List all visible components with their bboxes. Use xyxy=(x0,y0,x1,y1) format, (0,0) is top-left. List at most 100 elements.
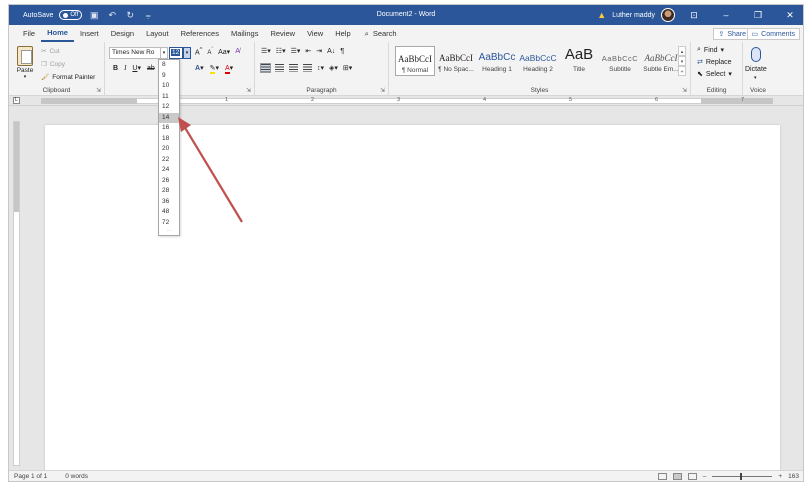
highlight-button[interactable]: ✎▾ xyxy=(209,64,219,74)
show-formatting-button[interactable]: ¶ xyxy=(340,48,344,55)
close-icon[interactable]: ✕ xyxy=(777,5,803,25)
styles-launcher-icon[interactable]: ⇲ xyxy=(682,87,687,94)
restore-icon[interactable]: ❐ xyxy=(745,5,771,25)
word-count[interactable]: 0 words xyxy=(65,473,88,480)
user-name[interactable]: Luther maddy xyxy=(612,12,655,19)
numbering-icon[interactable]: ☷▾ xyxy=(276,47,286,55)
warning-icon[interactable]: ▲ xyxy=(597,10,606,20)
redo-icon[interactable]: ↻ xyxy=(124,10,136,21)
styles-more-icon[interactable]: ⩡ xyxy=(678,66,686,76)
style-title[interactable]: AaB Title xyxy=(559,46,599,76)
tab-mailings[interactable]: Mailings xyxy=(225,25,265,42)
ruler-tick: 4 xyxy=(483,97,487,103)
save-icon[interactable]: ▣ xyxy=(88,10,100,21)
change-case-button[interactable]: Aa▾ xyxy=(218,48,230,56)
tab-view[interactable]: View xyxy=(301,25,329,42)
vertical-ruler[interactable] xyxy=(13,121,20,466)
align-left-icon[interactable] xyxy=(260,63,271,73)
zoom-level[interactable]: 163 xyxy=(788,473,799,480)
align-center-icon[interactable] xyxy=(275,64,284,72)
font-size-option[interactable]: 9 xyxy=(159,71,179,82)
ribbon-display-options-icon[interactable]: ⊡ xyxy=(681,5,707,25)
tab-help[interactable]: Help xyxy=(329,25,356,42)
decrease-indent-icon[interactable]: ⇤ xyxy=(305,47,311,55)
autosave-toggle[interactable]: Off xyxy=(59,10,83,20)
font-color-button[interactable]: A▾ xyxy=(224,64,233,74)
search-box[interactable]: ⌕ Search xyxy=(365,29,397,39)
text-effects-button[interactable]: A▾ xyxy=(195,64,204,72)
minimize-icon[interactable]: – xyxy=(713,5,739,25)
document-page[interactable] xyxy=(45,125,780,475)
style-normal[interactable]: AaBbCcI ¶ Normal xyxy=(395,46,435,76)
zoom-in-icon[interactable]: + xyxy=(778,473,782,480)
font-launcher-icon[interactable]: ⇲ xyxy=(246,87,251,94)
style-no-spacing[interactable]: AaBbCcI ¶ No Spac... xyxy=(436,46,476,76)
style-heading-2[interactable]: AaBbCcC Heading 2 xyxy=(518,46,558,76)
web-layout-icon[interactable] xyxy=(687,472,697,480)
avatar[interactable] xyxy=(661,8,675,22)
copy-button[interactable]: ❐ Copy xyxy=(41,58,95,71)
zoom-slider[interactable] xyxy=(712,472,773,480)
grow-font-button[interactable]: A^ xyxy=(195,47,202,56)
clipboard-launcher-icon[interactable]: ⇲ xyxy=(96,87,101,94)
font-name-dropdown-icon[interactable]: ▾ xyxy=(161,47,168,59)
styles-up-icon[interactable]: ▴ xyxy=(678,46,686,56)
undo-icon[interactable]: ↶ xyxy=(106,10,118,21)
style-heading-1[interactable]: AaBbCc Heading 1 xyxy=(477,46,517,76)
font-name-input[interactable]: Times New Ro xyxy=(109,47,161,59)
underline-button[interactable]: U▾ xyxy=(132,64,141,72)
format-painter-button[interactable]: 🖌 Format Painter xyxy=(41,71,95,84)
find-button[interactable]: ⌕ Find ▾ xyxy=(697,46,724,54)
italic-button[interactable]: I xyxy=(124,64,126,72)
print-layout-icon[interactable] xyxy=(672,472,682,480)
sort-button[interactable]: A↓ xyxy=(327,48,335,55)
dictate-button[interactable]: Dictate xyxy=(745,66,767,73)
tab-insert[interactable]: Insert xyxy=(74,25,105,42)
resize-grip-icon[interactable]: ⋯ xyxy=(159,228,179,234)
paste-button[interactable]: Paste ▾ xyxy=(13,46,37,80)
tab-layout[interactable]: Layout xyxy=(140,25,175,42)
replace-button[interactable]: ⇄ Replace xyxy=(697,58,732,67)
bullets-icon[interactable]: ☰▾ xyxy=(261,47,271,55)
select-button[interactable]: ⬉ Select ▾ xyxy=(697,70,732,79)
paragraph-launcher-icon[interactable]: ⇲ xyxy=(380,87,385,94)
tab-review[interactable]: Review xyxy=(264,25,301,42)
styles-down-icon[interactable]: ▾ xyxy=(678,56,686,66)
comments-button[interactable]: ▭ Comments xyxy=(746,28,800,40)
zoom-out-icon[interactable]: – xyxy=(703,473,707,480)
font-size-option[interactable]: 12 xyxy=(159,102,179,113)
font-size-input[interactable]: 12 xyxy=(169,47,183,59)
tab-file[interactable]: File xyxy=(17,25,41,42)
font-size-option[interactable]: 11 xyxy=(159,92,179,103)
paste-dropdown-icon[interactable]: ▾ xyxy=(13,74,37,80)
multilevel-list-icon[interactable]: ☰▾ xyxy=(291,47,301,55)
read-mode-icon[interactable] xyxy=(657,472,667,480)
font-size-dropdown-icon[interactable]: ▾ xyxy=(183,47,191,59)
font-size-option[interactable]: 10 xyxy=(159,81,179,92)
horizontal-ruler[interactable]: L 1 2 3 4 5 6 7 xyxy=(9,96,803,106)
dictate-dropdown-icon[interactable]: ▾ xyxy=(754,75,757,81)
customize-quick-access-icon[interactable]: ⩦ xyxy=(142,10,154,21)
font-size-option[interactable]: 8 xyxy=(159,60,179,71)
style-subtle-emphasis[interactable]: AaBbCcI Subtle Em... xyxy=(641,46,681,76)
strikethrough-button[interactable]: ab xyxy=(147,65,155,72)
tab-home[interactable]: Home xyxy=(41,25,74,42)
justify-icon[interactable] xyxy=(303,64,312,72)
align-right-icon[interactable] xyxy=(289,64,298,72)
borders-icon[interactable]: ⊞▾ xyxy=(343,64,352,72)
cut-button[interactable]: ✂ Cut xyxy=(41,45,95,58)
style-subtitle[interactable]: AaBbCcC Subtitle xyxy=(600,46,640,76)
microphone-icon[interactable] xyxy=(751,47,761,62)
bold-button[interactable]: B xyxy=(113,65,118,72)
tab-references[interactable]: References xyxy=(175,25,225,42)
zoom-slider-knob[interactable] xyxy=(740,472,743,480)
tab-design[interactable]: Design xyxy=(105,25,140,42)
share-button[interactable]: ⇪ Share xyxy=(713,28,751,40)
clear-formatting-icon[interactable]: A̸ xyxy=(235,48,240,55)
increase-indent-icon[interactable]: ⇥ xyxy=(316,47,322,55)
page-count[interactable]: Page 1 of 1 xyxy=(14,473,47,480)
line-spacing-icon[interactable]: ↕▾ xyxy=(317,64,324,72)
shading-icon[interactable]: ◈▾ xyxy=(329,64,338,72)
tab-selector-icon[interactable]: L xyxy=(13,97,20,104)
shrink-font-button[interactable]: Aˇ xyxy=(207,47,213,56)
